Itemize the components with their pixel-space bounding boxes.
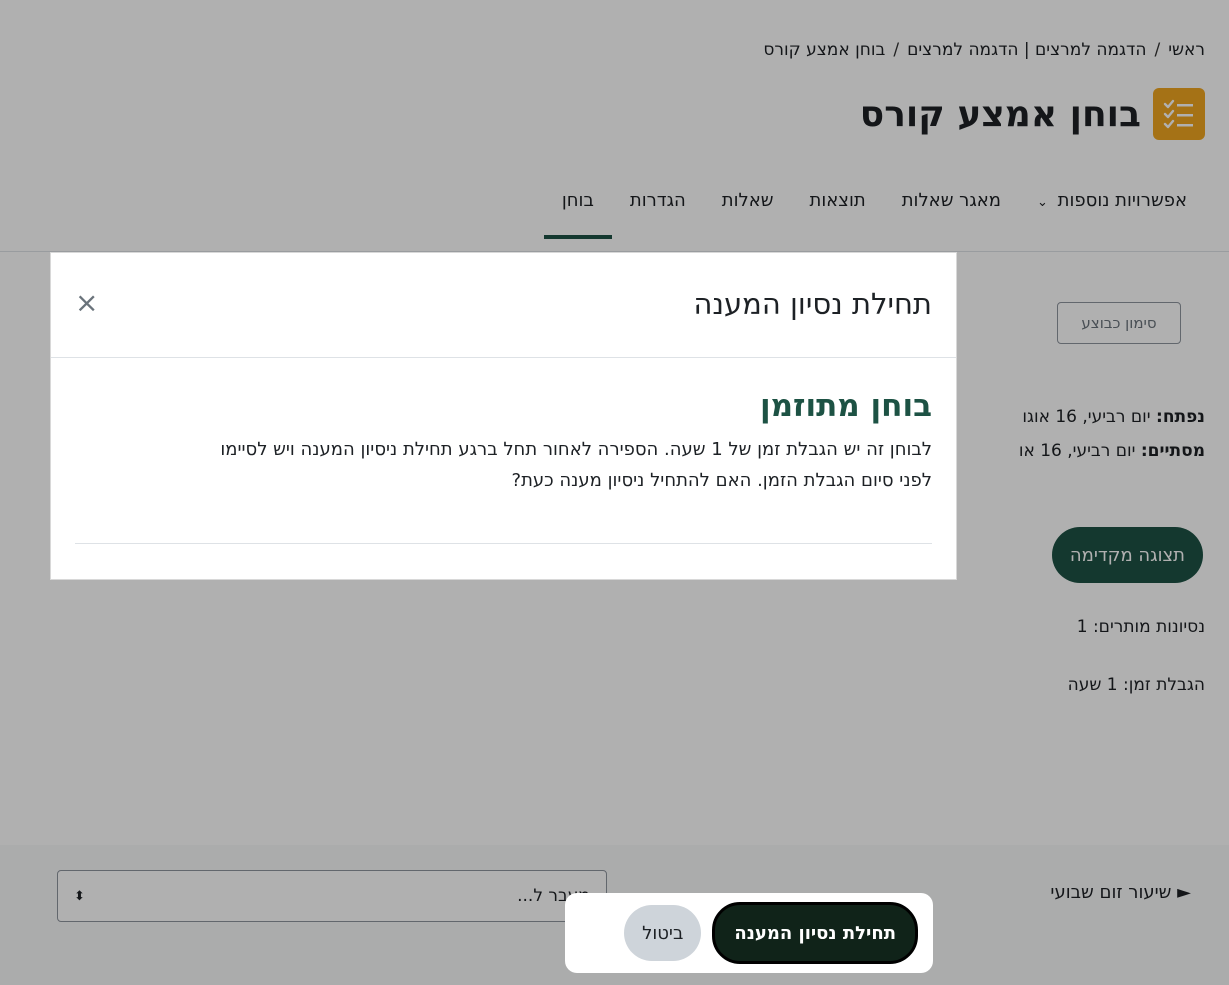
dialog-header: תחילת נסיון המענה × — [51, 253, 956, 358]
close-icon[interactable]: × — [75, 289, 98, 317]
dialog-footer: תחילת נסיון המענה ביטול — [565, 893, 933, 973]
dialog-divider — [75, 543, 932, 544]
dialog-message-line: לפני סיום הגבלת הזמן. האם להתחיל ניסיון … — [511, 470, 932, 491]
dialog-title: תחילת נסיון המענה — [693, 287, 932, 321]
dialog-body: בוחן מתוזמן לבוחן זה יש הגבלת זמן של 1 ש… — [51, 388, 956, 496]
dialog-message: לבוחן זה יש הגבלת זמן של 1 שעה. הספירה ל… — [75, 434, 932, 496]
start-attempt-dialog: תחילת נסיון המענה × בוחן מתוזמן לבוחן זה… — [50, 252, 957, 580]
dialog-heading: בוחן מתוזמן — [759, 388, 932, 424]
dialog-message-line: לבוחן זה יש הגבלת זמן של 1 שעה. הספירה ל… — [220, 439, 932, 460]
cancel-button[interactable]: ביטול — [624, 905, 702, 961]
start-attempt-button[interactable]: תחילת נסיון המענה — [709, 899, 921, 967]
